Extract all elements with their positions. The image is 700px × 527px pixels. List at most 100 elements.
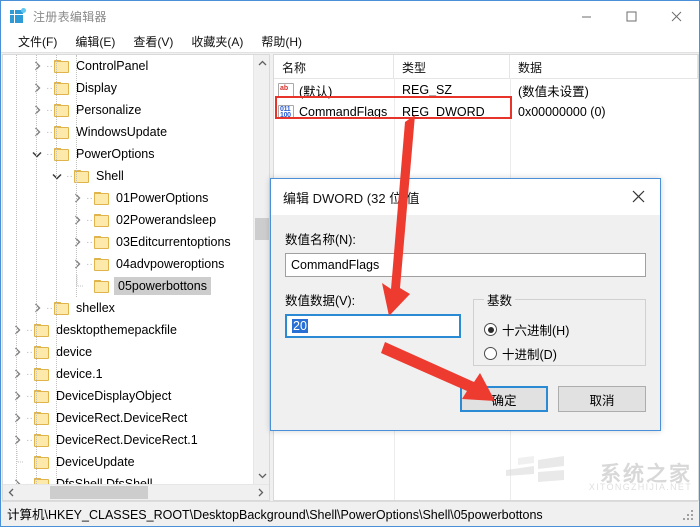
value-data: 0x00000000 (0)	[518, 105, 606, 119]
tree-item[interactable]: ·· 01PowerOptions	[3, 187, 254, 209]
tree-connector: ··	[46, 148, 53, 160]
menu-help[interactable]: 帮助(H)	[252, 31, 311, 53]
tree-item[interactable]: ·· DeviceDisplayObject	[3, 385, 254, 407]
menu-file[interactable]: 文件(F)	[9, 31, 66, 53]
tree-vertical-scrollbar[interactable]	[253, 55, 269, 484]
base-group-label: 基数	[487, 294, 513, 308]
tree-item[interactable]: ·· WindowsUpdate	[3, 121, 254, 143]
ok-button[interactable]: 确定	[460, 386, 548, 412]
column-header-type[interactable]: 类型	[394, 55, 510, 78]
tree-item[interactable]: ·· shellex	[3, 297, 254, 319]
reg-sz-icon: ab	[278, 83, 294, 97]
tree-item-label: device.1	[56, 367, 103, 381]
folder-icon	[94, 257, 109, 271]
tree-guide-line	[76, 55, 78, 297]
dialog-close-button[interactable]	[616, 179, 660, 214]
resize-grip[interactable]	[683, 510, 695, 522]
tree-item[interactable]: ·· 03Editcurrentoptions	[3, 231, 254, 253]
tree-connector	[25, 451, 34, 473]
value-name: (默认)	[299, 84, 333, 99]
value-name-input-text: CommandFlags	[291, 258, 380, 272]
value-data-label: 数值数据(V):	[285, 294, 356, 308]
status-bar: 计算机\HKEY_CLASSES_ROOT\DesktopBackground\…	[2, 501, 698, 525]
tree-item[interactable]: 05powerbottons	[3, 275, 254, 297]
table-row[interactable]: 011 100 CommandFlags REG_DWORD 0x00000000…	[274, 101, 698, 123]
base-column: 基数 十六进制(H) 十进制(D)	[473, 290, 646, 366]
radio-decimal-icon	[484, 347, 497, 360]
tree-item[interactable]: ·· device	[3, 341, 254, 363]
tree-connector: ··	[26, 478, 33, 485]
menu-edit[interactable]: 编辑(E)	[66, 31, 124, 53]
window-controls	[564, 1, 699, 31]
scroll-up-button[interactable]	[254, 55, 269, 72]
tree-item[interactable]: ·· Shell	[3, 165, 254, 187]
folder-icon	[94, 235, 109, 249]
radio-hexadecimal-label: 十六进制(H)	[502, 324, 570, 338]
registry-tree[interactable]: ·· ControlPanel ·· Display ·· Personalize ·· Wi…	[3, 55, 254, 484]
tree-item[interactable]: ·· Personalize	[3, 99, 254, 121]
status-path: 计算机\HKEY_CLASSES_ROOT\DesktopBackground\…	[7, 508, 543, 522]
tree-guide-line	[36, 55, 38, 484]
scroll-down-button[interactable]	[254, 467, 269, 484]
value-type: REG_SZ	[402, 83, 453, 97]
minimize-button[interactable]	[564, 1, 609, 31]
dialog-row-data-and-base: 数值数据(V): 20 基数 十六进制(H) 十进制(D)	[285, 290, 646, 366]
edit-dword-dialog: 编辑 DWORD (32 位)值 数值名称(N): CommandFlags 数…	[270, 178, 661, 431]
cancel-button[interactable]: 取消	[558, 386, 646, 412]
scroll-right-button[interactable]	[252, 485, 269, 500]
close-button[interactable]	[654, 1, 699, 31]
tree-item[interactable]: ·· 02Powerandsleep	[3, 209, 254, 231]
tree-item-label: ControlPanel	[76, 59, 149, 73]
tree-item[interactable]: ·· DeviceRect.DeviceRect	[3, 407, 254, 429]
tree-connector: ··	[46, 82, 53, 94]
table-row[interactable]: ab (默认) REG_SZ (数值未设置)	[274, 79, 698, 101]
reg-dword-icon: 011 100	[278, 105, 294, 119]
radio-decimal-label: 十进制(D)	[502, 348, 557, 362]
list-header: 名称 类型 数据	[274, 55, 698, 79]
tree-item-label: device	[56, 345, 93, 359]
value-data-input-text: 20	[292, 319, 308, 333]
tree-horizontal-scrollbar[interactable]	[3, 484, 269, 500]
tree-connector: ··	[46, 104, 53, 116]
tree-item-label: Shell	[96, 169, 124, 183]
menu-bar: 文件(F) 编辑(E) 查看(V) 收藏夹(A) 帮助(H)	[1, 31, 699, 53]
tree-connector: ··	[26, 412, 33, 424]
value-data: (数值未设置)	[518, 84, 589, 99]
tree-item[interactable]: ·· ControlPanel	[3, 55, 254, 77]
value-data-input[interactable]: 20	[285, 314, 461, 338]
tree-item-label: Display	[76, 81, 117, 95]
tree-item-label: 05powerbottons	[114, 277, 211, 295]
tree-item[interactable]: ·· device.1	[3, 363, 254, 385]
menu-favorites[interactable]: 收藏夹(A)	[182, 31, 252, 53]
registry-icon	[10, 8, 26, 24]
registry-editor-window: 注册表编辑器 文件(F) 编辑(E) 查看(V) 收藏夹(A) 帮助(H) ··…	[0, 0, 700, 527]
tree-item-label: 01PowerOptions	[116, 191, 209, 205]
tree-connector: ··	[86, 258, 93, 270]
tree-vertical-scroll-thumb[interactable]	[255, 218, 269, 240]
tree-item[interactable]: ·· DfsShell.DfsShell	[3, 473, 254, 484]
value-name-input[interactable]: CommandFlags	[285, 253, 646, 277]
tree-item-label: DfsShell.DfsShell	[56, 477, 153, 484]
tree-item[interactable]: ·· 04advpoweroptions	[3, 253, 254, 275]
folder-icon	[94, 213, 109, 227]
tree-item[interactable]: DeviceUpdate	[3, 451, 254, 473]
tree-item[interactable]: ·· desktopthemepackfile	[3, 319, 254, 341]
scroll-left-button[interactable]	[3, 485, 20, 500]
tree-item-label: DeviceRect.DeviceRect.1	[56, 433, 198, 447]
tree-connector: ··	[26, 434, 33, 446]
tree-item[interactable]: ·· Display	[3, 77, 254, 99]
value-name: CommandFlags	[299, 105, 388, 119]
column-header-name[interactable]: 名称	[274, 55, 394, 78]
tree-item-label: Personalize	[76, 103, 142, 117]
tree-horizontal-scroll-thumb[interactable]	[50, 486, 148, 499]
radio-hexadecimal[interactable]: 十六进制(H)	[484, 320, 637, 339]
menu-view[interactable]: 查看(V)	[124, 31, 182, 53]
radio-decimal[interactable]: 十进制(D)	[484, 344, 637, 363]
registry-tree-panel: ·· ControlPanel ·· Display ·· Personalize ·· Wi…	[2, 54, 270, 501]
column-header-data[interactable]: 数据	[510, 55, 698, 78]
tree-guide-line	[56, 55, 58, 484]
maximize-button[interactable]	[609, 1, 654, 31]
tree-item[interactable]: ·· PowerOptions	[3, 143, 254, 165]
tree-connector: ··	[46, 302, 53, 314]
tree-item[interactable]: ·· DeviceRect.DeviceRect.1	[3, 429, 254, 451]
